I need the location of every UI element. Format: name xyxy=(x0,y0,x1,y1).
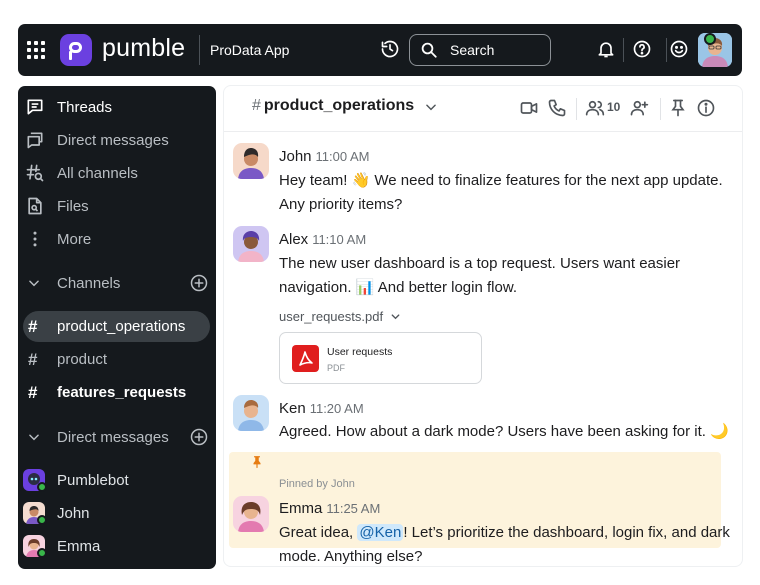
add-channel-icon[interactable] xyxy=(189,273,209,293)
sidebar-dm-john[interactable]: John xyxy=(18,498,216,528)
sidebar-item-all-channels[interactable]: All channels xyxy=(18,158,216,188)
sidebar-item-label: Direct messages xyxy=(57,131,169,149)
message-text: Agreed. How about a dark mode? Users hav… xyxy=(279,423,729,440)
sidebar-item-label: Threads xyxy=(57,98,113,116)
search-placeholder: Search xyxy=(450,42,495,58)
message-author[interactable]: Emma 11:25 AM xyxy=(279,500,380,517)
message-text: Great idea, @Ken! Let’s prioritize the d… xyxy=(279,524,730,565)
section-title: Direct messages xyxy=(57,428,169,446)
add-dm-icon[interactable] xyxy=(189,427,209,447)
avatar[interactable] xyxy=(233,226,269,262)
sidebar-item-label: Files xyxy=(57,197,89,215)
files-icon xyxy=(28,197,42,215)
message-time: 11:10 AM xyxy=(312,232,367,247)
channels-section-header: Channels xyxy=(18,268,216,298)
search-input[interactable]: Search xyxy=(409,34,551,66)
attachment-type: PDF xyxy=(327,363,345,373)
sidebar-item-threads[interactable]: Threads xyxy=(18,92,216,122)
more-icon xyxy=(33,231,37,247)
threads-icon xyxy=(27,99,43,115)
help-icon[interactable] xyxy=(632,39,652,59)
sidebar-dm-emma[interactable]: Emma xyxy=(18,531,216,561)
dm-label: John xyxy=(57,504,90,522)
pin-icon xyxy=(253,456,261,468)
divider xyxy=(666,38,667,62)
avatar[interactable] xyxy=(233,395,269,431)
pdf-icon xyxy=(292,345,319,372)
video-call-icon[interactable] xyxy=(519,98,539,118)
channel-header: # product_operations 10 xyxy=(224,86,742,132)
member-count[interactable]: 10 xyxy=(607,100,620,114)
sidebar-item-label: All channels xyxy=(57,164,138,182)
status-emoji-icon[interactable] xyxy=(669,39,689,59)
online-status-dot xyxy=(37,515,47,525)
info-icon[interactable] xyxy=(696,98,716,118)
divider xyxy=(623,38,624,62)
phone-icon[interactable] xyxy=(547,98,567,118)
add-member-icon[interactable] xyxy=(629,98,649,118)
sidebar-channel-features-requests[interactable]: # features_requests xyxy=(23,377,210,408)
pin-icon[interactable] xyxy=(668,98,688,118)
online-status-dot xyxy=(37,548,47,558)
brand-name: pumble xyxy=(102,34,186,62)
apps-grid-icon[interactable] xyxy=(26,40,46,60)
sidebar-item-more[interactable]: More xyxy=(18,224,216,254)
hash-icon: # xyxy=(28,382,38,402)
attachment-card[interactable]: User requests PDF xyxy=(279,332,482,384)
dm-label: Emma xyxy=(57,537,101,555)
message-time: 11:20 AM xyxy=(309,401,364,416)
search-icon xyxy=(421,42,437,58)
divider xyxy=(576,98,577,120)
hash-icon: # xyxy=(28,316,38,336)
message-text: Hey team! 👋 We need to finalize features… xyxy=(279,172,723,213)
channel-label: features_requests xyxy=(57,384,187,401)
hash-icon: # xyxy=(252,97,261,114)
message-text: The new user dashboard is a top request.… xyxy=(279,255,681,296)
user-mention[interactable]: @Ken xyxy=(357,524,404,541)
top-bar: pumble ProData App Search xyxy=(18,24,742,76)
attachment-name: User requests xyxy=(327,346,393,358)
chevron-down-icon xyxy=(391,314,400,320)
section-title: Channels xyxy=(57,274,121,292)
sidebar: Threads Direct messages All channels Fil… xyxy=(18,86,216,569)
dm-label: Pumblebot xyxy=(57,471,129,489)
chevron-down-icon[interactable] xyxy=(424,100,438,114)
channel-title[interactable]: # product_operations xyxy=(252,97,414,115)
channel-label: product xyxy=(57,351,108,368)
hash-icon: # xyxy=(28,349,38,369)
channel-view: # product_operations 10 Pinned by John Jo… xyxy=(224,86,742,566)
sidebar-item-label: More xyxy=(57,230,92,248)
chevron-down-icon[interactable] xyxy=(27,276,41,290)
message-author[interactable]: John 11:00 AM xyxy=(279,148,370,165)
pumble-logo-icon xyxy=(60,34,92,66)
message-time: 11:25 AM xyxy=(326,501,381,516)
all-channels-icon xyxy=(26,164,44,182)
avatar[interactable] xyxy=(233,496,269,532)
direct-messages-icon xyxy=(27,132,43,149)
chevron-down-icon[interactable] xyxy=(27,430,41,444)
channel-name: product_operations xyxy=(263,97,415,114)
attachment-title[interactable]: user_requests.pdf xyxy=(279,309,401,324)
divider xyxy=(199,35,200,65)
channel-label: product_operations xyxy=(57,318,186,335)
sidebar-channel-product-operations[interactable]: # product_operations xyxy=(23,311,210,342)
history-icon[interactable] xyxy=(380,39,400,59)
members-icon[interactable] xyxy=(585,98,605,118)
pinned-by-label: Pinned by John xyxy=(279,478,355,490)
online-status-dot xyxy=(704,33,716,45)
sidebar-item-direct-messages[interactable]: Direct messages xyxy=(18,125,216,155)
bell-icon[interactable] xyxy=(596,39,616,59)
dms-section-header: Direct messages xyxy=(18,422,216,452)
sidebar-channel-product[interactable]: # product xyxy=(23,344,210,375)
avatar[interactable] xyxy=(233,143,269,179)
message-author[interactable]: Alex 11:10 AM xyxy=(279,231,366,248)
divider xyxy=(660,98,661,120)
sidebar-item-files[interactable]: Files xyxy=(18,191,216,221)
workspace-name[interactable]: ProData App xyxy=(210,42,289,58)
sidebar-dm-pumblebot[interactable]: Pumblebot xyxy=(18,465,216,495)
message-author[interactable]: Ken 11:20 AM xyxy=(279,400,364,417)
online-status-dot xyxy=(37,482,47,492)
message-time: 11:00 AM xyxy=(315,149,370,164)
